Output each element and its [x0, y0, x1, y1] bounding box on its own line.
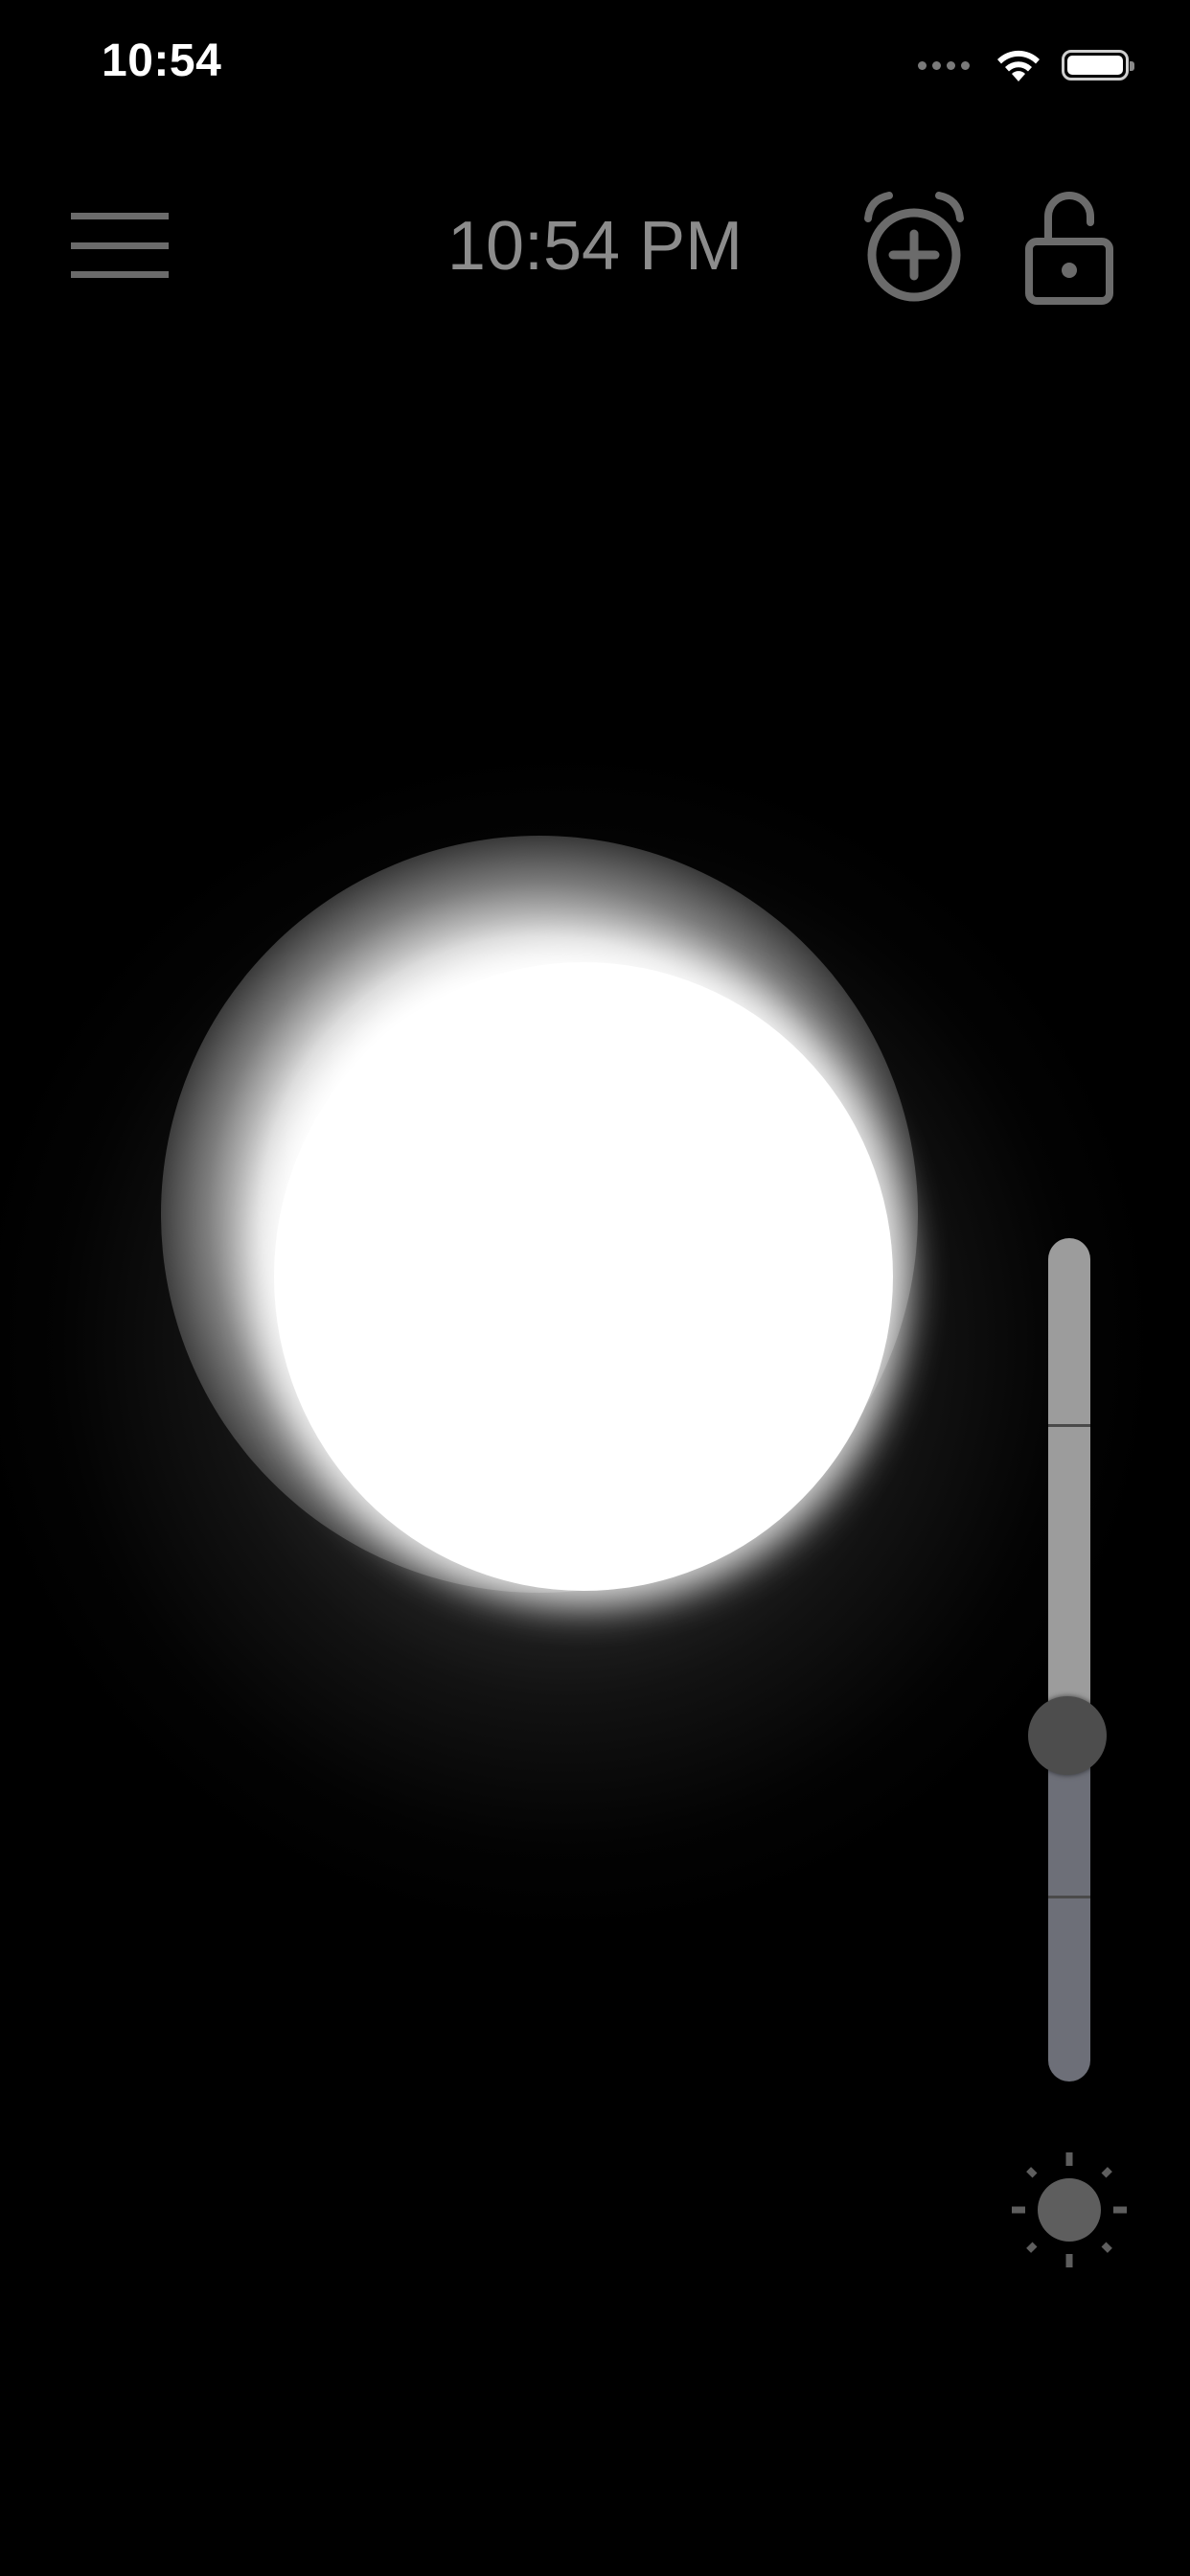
brightness-slider-thumb[interactable] [1028, 1696, 1107, 1775]
brightness-slider-tick [1048, 1896, 1090, 1898]
alarm-add-icon[interactable] [860, 190, 968, 305]
status-bar-time: 10:54 [102, 35, 222, 86]
current-time-text: 10:54 PM [446, 208, 744, 285]
hamburger-menu-icon[interactable] [71, 211, 169, 280]
sun-icon [1012, 2152, 1127, 2267]
current-time-label: 10:54 PM [0, 207, 1190, 286]
brightness-slider-unfilled [1048, 1238, 1090, 1736]
brightness-slider-tick [1048, 1424, 1090, 1427]
cellular-signal-icon [918, 60, 970, 70]
brightness-slider-track[interactable] [1048, 1238, 1090, 2082]
night-light-screen: 10:54 10:54 PM [0, 0, 1190, 2576]
light-orb[interactable] [274, 962, 893, 1591]
brightness-slider-filled [1048, 1736, 1090, 2082]
wifi-icon [997, 50, 1040, 81]
status-bar-icons [918, 42, 1134, 88]
battery-icon [1062, 50, 1134, 80]
unlocked-padlock-icon[interactable] [1023, 188, 1115, 305]
